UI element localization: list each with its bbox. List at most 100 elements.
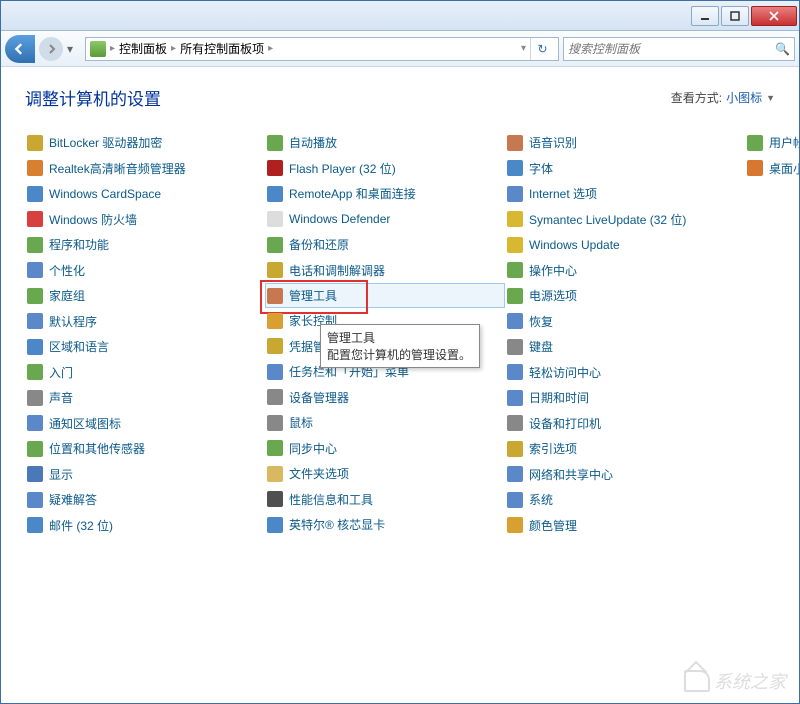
item-label: 备份和还原 (289, 236, 349, 253)
page-title: 调整计算机的设置 (25, 85, 161, 110)
system-icon (507, 492, 523, 508)
cp-item-gadget[interactable]: 桌面小工具 (745, 156, 799, 182)
cp-item-autoplay[interactable]: 自动播放 (265, 130, 505, 156)
cp-item-system[interactable]: 系统 (505, 487, 745, 513)
item-label: 个性化 (49, 262, 85, 279)
cp-item-start[interactable]: 入门 (25, 360, 265, 386)
cp-item-audio[interactable]: Realtek高清晰音频管理器 (25, 156, 265, 182)
chevron-right-icon: ▸ (110, 43, 115, 54)
cp-item-location[interactable]: 位置和其他传感器 (25, 436, 265, 462)
cp-item-remote[interactable]: RemoteApp 和桌面连接 (265, 181, 505, 207)
chevron-down-icon[interactable]: ▼ (766, 93, 775, 103)
location-icon (27, 441, 43, 457)
sound-icon (27, 390, 43, 406)
item-label: 电话和调制解调器 (289, 262, 385, 279)
refresh-button[interactable]: ↻ (530, 38, 554, 60)
cp-item-notify[interactable]: 通知区域图标 (25, 411, 265, 437)
item-label: Flash Player (32 位) (289, 160, 396, 177)
search-input[interactable] (568, 42, 775, 56)
cp-item-homegroup[interactable]: 家庭组 (25, 283, 265, 309)
cp-item-printer[interactable]: 设备和打印机 (505, 411, 745, 437)
cp-item-update[interactable]: Windows Update (505, 232, 745, 258)
flash-icon (267, 160, 283, 176)
cp-item-mouse[interactable]: 鼠标 (265, 410, 505, 436)
cp-item-firewall[interactable]: Windows 防火墙 (25, 207, 265, 233)
item-label: 位置和其他传感器 (49, 440, 145, 457)
cp-item-display[interactable]: 显示 (25, 462, 265, 488)
maximize-button[interactable] (721, 6, 749, 26)
cp-item-region[interactable]: 区域和语言 (25, 334, 265, 360)
address-bar[interactable]: ▸ 控制面板 ▸ 所有控制面板项 ▸ ▾ ↻ (85, 37, 559, 61)
cp-item-sound[interactable]: 声音 (25, 385, 265, 411)
cp-item-folder[interactable]: 文件夹选项 (265, 461, 505, 487)
keyboard-icon (507, 339, 523, 355)
cp-item-sync[interactable]: 同步中心 (265, 436, 505, 462)
action-icon (507, 262, 523, 278)
cp-item-mail[interactable]: 邮件 (32 位) (25, 513, 265, 539)
tooltip: 管理工具 配置您计算机的管理设置。 (320, 324, 480, 368)
folder-icon (267, 466, 283, 482)
search-box[interactable]: 🔍 (563, 37, 795, 61)
cp-item-power[interactable]: 电源选项 (505, 283, 745, 309)
nav-history-dropdown[interactable]: ▾ (67, 42, 81, 56)
item-label: 邮件 (32 位) (49, 517, 113, 534)
cp-item-recover[interactable]: 恢复 (505, 309, 745, 335)
forward-button[interactable] (39, 37, 63, 61)
close-button[interactable] (751, 6, 797, 26)
back-button[interactable] (5, 35, 35, 63)
cp-item-flash[interactable]: Flash Player (32 位) (265, 156, 505, 182)
item-label: 通知区域图标 (49, 415, 121, 432)
cp-item-symantec[interactable]: Symantec LiveUpdate (32 位) (505, 207, 745, 233)
autoplay-icon (267, 135, 283, 151)
audio-icon (27, 160, 43, 176)
internet-icon (507, 186, 523, 202)
perf-icon (267, 491, 283, 507)
item-label: 网络和共享中心 (529, 466, 613, 483)
cp-item-user[interactable]: 用户帐户 (745, 130, 799, 156)
phone-icon (267, 262, 283, 278)
item-label: 设备和打印机 (529, 415, 601, 432)
mail-icon (27, 517, 43, 533)
item-label: Windows 防火墙 (49, 211, 137, 228)
cp-item-font[interactable]: 字体 (505, 156, 745, 182)
item-label: 家庭组 (49, 287, 85, 304)
cp-item-intel[interactable]: 英特尔® 核芯显卡 (265, 512, 505, 538)
cp-item-card[interactable]: Windows CardSpace (25, 181, 265, 207)
cp-item-phone[interactable]: 电话和调制解调器 (265, 258, 505, 284)
cp-item-date[interactable]: 日期和时间 (505, 385, 745, 411)
cp-item-lock[interactable]: BitLocker 驱动器加密 (25, 130, 265, 156)
content-header: 调整计算机的设置 查看方式: 小图标 ▼ (25, 85, 775, 110)
search-icon[interactable]: 🔍 (775, 42, 790, 56)
address-dropdown-icon[interactable]: ▾ (521, 43, 526, 54)
cp-item-trouble[interactable]: 疑难解答 (25, 487, 265, 513)
cp-item-backup[interactable]: 备份和还原 (265, 232, 505, 258)
recover-icon (507, 313, 523, 329)
cp-item-personalize[interactable]: 个性化 (25, 258, 265, 284)
item-label: 入门 (49, 364, 73, 381)
cp-item-keyboard[interactable]: 键盘 (505, 334, 745, 360)
cp-item-perf[interactable]: 性能信息和工具 (265, 487, 505, 513)
view-by-value[interactable]: 小图标 (726, 89, 762, 106)
cp-item-admin[interactable]: 管理工具 (265, 283, 505, 308)
index-icon (507, 441, 523, 457)
cp-item-ease[interactable]: 轻松访问中心 (505, 360, 745, 386)
item-label: 电源选项 (529, 287, 577, 304)
cp-item-action[interactable]: 操作中心 (505, 258, 745, 284)
cp-item-device[interactable]: 设备管理器 (265, 385, 505, 411)
minimize-button[interactable] (691, 6, 719, 26)
cp-item-internet[interactable]: Internet 选项 (505, 181, 745, 207)
cred-icon (267, 338, 283, 354)
breadcrumb-segment[interactable]: 控制面板 (119, 40, 167, 57)
item-label: 程序和功能 (49, 236, 109, 253)
cp-item-speech[interactable]: 语音识别 (505, 130, 745, 156)
cp-item-index[interactable]: 索引选项 (505, 436, 745, 462)
cp-item-default[interactable]: 默认程序 (25, 309, 265, 335)
cp-item-defender[interactable]: Windows Defender (265, 207, 505, 233)
firewall-icon (27, 211, 43, 227)
cp-item-programs[interactable]: 程序和功能 (25, 232, 265, 258)
cp-item-network[interactable]: 网络和共享中心 (505, 462, 745, 488)
mouse-icon (267, 415, 283, 431)
cp-item-color[interactable]: 颜色管理 (505, 513, 745, 539)
breadcrumb-segment[interactable]: 所有控制面板项 (180, 40, 264, 57)
item-label: 显示 (49, 466, 73, 483)
